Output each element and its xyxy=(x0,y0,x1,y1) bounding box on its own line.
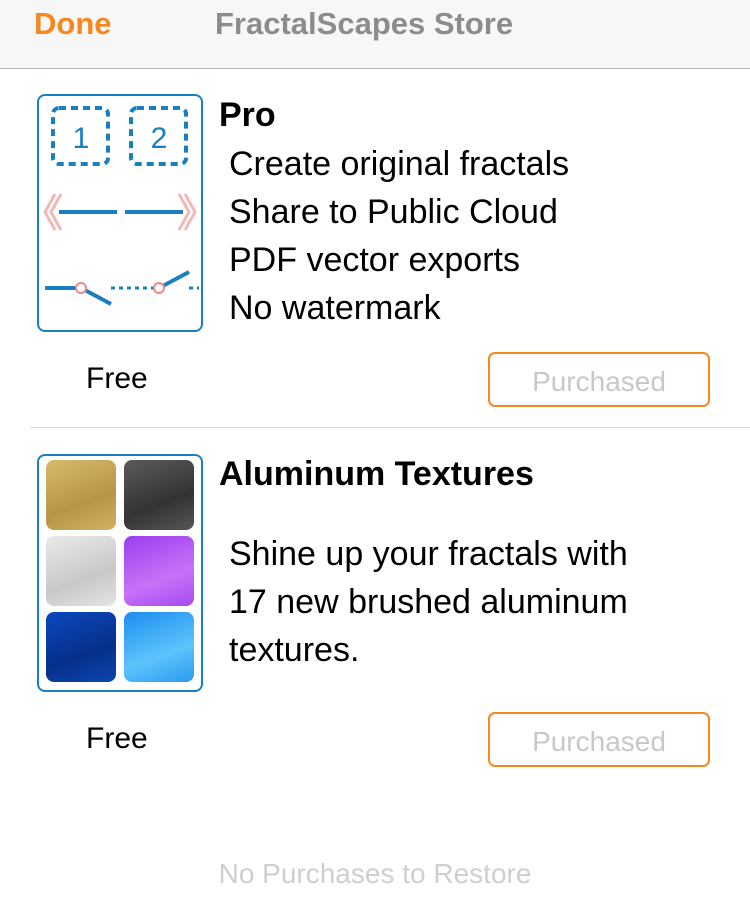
rule-diagram-icon: 1 2 xyxy=(37,94,203,332)
description-line: textures. xyxy=(229,631,360,669)
purchased-button[interactable]: Purchased xyxy=(488,712,710,767)
product-title: Pro xyxy=(219,96,276,134)
restore-purchases-button[interactable]: No Purchases to Restore xyxy=(0,858,750,890)
feature-line: No watermark xyxy=(229,289,441,327)
product-description: Shine up your fractals with 17 new brush… xyxy=(229,530,628,674)
feature-line: PDF vector exports xyxy=(229,241,520,279)
silver-swatch xyxy=(46,536,116,606)
badge-2: 2 xyxy=(151,122,168,155)
badge-1: 1 xyxy=(73,122,90,155)
product-title: Aluminum Textures xyxy=(219,455,534,493)
purchased-button[interactable]: Purchased xyxy=(488,352,710,407)
navigation-bar: Done FractalScapes Store xyxy=(0,0,750,69)
feature-line: Share to Public Cloud xyxy=(229,193,558,231)
feature-line: Create original fractals xyxy=(229,145,570,183)
price-label: Free xyxy=(86,722,148,755)
dark-gray-swatch xyxy=(124,460,194,530)
description-line: 17 new brushed aluminum xyxy=(229,583,628,621)
light-blue-swatch xyxy=(124,612,194,682)
purple-swatch xyxy=(124,536,194,606)
price-label: Free xyxy=(86,362,148,395)
gold-swatch xyxy=(46,460,116,530)
product-description: Create original fractals Share to Public… xyxy=(229,140,569,332)
description-line: Shine up your fractals with xyxy=(229,535,628,573)
texture-swatches-icon xyxy=(37,454,203,692)
separator xyxy=(30,427,750,428)
blue-swatch xyxy=(46,612,116,682)
page-title: FractalScapes Store xyxy=(215,6,514,41)
done-button[interactable]: Done xyxy=(34,6,112,42)
